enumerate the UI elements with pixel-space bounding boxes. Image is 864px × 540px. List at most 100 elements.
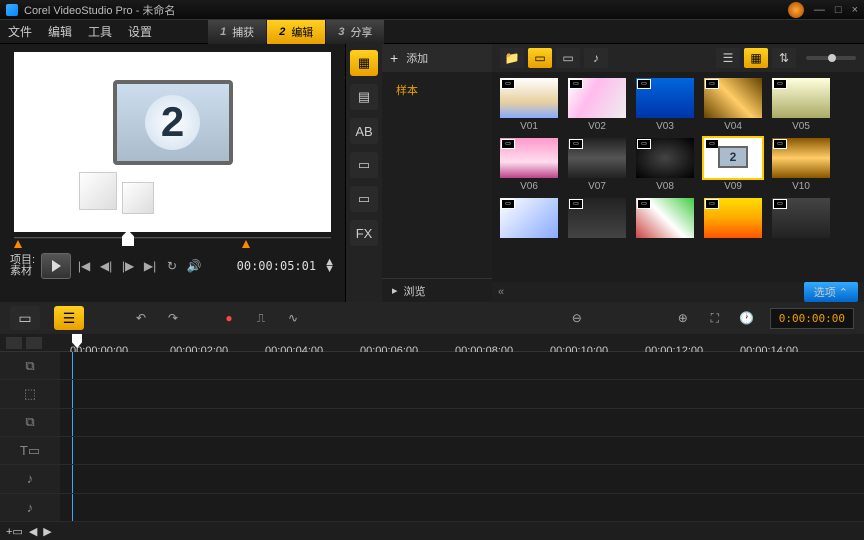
expand-icon: ⌃ [839, 287, 848, 299]
step-share[interactable]: 3分享 [326, 20, 384, 44]
ruler-btn-2[interactable] [26, 337, 42, 349]
window-title: Corel VideoStudio Pro - 未命名 [24, 2, 788, 18]
track-2[interactable]: ⧉ [0, 409, 864, 437]
track-0[interactable]: ⧉ [0, 352, 864, 380]
prev-frame-button[interactable]: ◀| [97, 257, 115, 275]
folder-sample[interactable]: 样本 [382, 72, 492, 108]
next-frame-button[interactable]: |▶ [119, 257, 137, 275]
options-button[interactable]: 选项 ⌃ [804, 282, 858, 302]
scrub-slider[interactable] [14, 230, 331, 246]
goto-end-button[interactable]: ▶| [141, 257, 159, 275]
scroll-left-button[interactable]: ◀ [29, 525, 37, 538]
track-head-icon[interactable]: ⧉ [0, 352, 60, 379]
timecode-stepper[interactable]: ▲▼ [324, 259, 335, 273]
repeat-button[interactable]: ↻ [163, 257, 181, 275]
filter-photo-button[interactable]: ▭ [556, 48, 580, 68]
play-button[interactable] [41, 253, 71, 279]
filter-video-button[interactable]: ▭ [528, 48, 552, 68]
thumb-14[interactable]: ▭ [772, 198, 830, 238]
scrub-thumb[interactable] [122, 230, 134, 246]
zoom-out-button[interactable]: ⊖ [568, 309, 586, 327]
goto-start-button[interactable]: |◀ [75, 257, 93, 275]
thumb-12[interactable]: ▭ [636, 198, 694, 238]
menu-tools[interactable]: 工具 [88, 23, 112, 40]
thumb-V07[interactable]: ▭V07 [568, 138, 626, 192]
lib-category-5[interactable]: FX [350, 220, 378, 246]
track-head-icon[interactable]: ♪ [0, 494, 60, 521]
thumb-V04[interactable]: ▭V04 [704, 78, 762, 132]
volume-button[interactable]: 🔊 [185, 257, 203, 275]
view-list-button[interactable]: ☰ [716, 48, 740, 68]
view-thumb-button[interactable]: ▦ [744, 48, 768, 68]
color-wheel-icon[interactable] [788, 2, 804, 18]
thumb-size-slider[interactable] [806, 56, 856, 60]
timeline-ruler[interactable]: 00:00:00:0000:00:02:0000:00:04:0000:00:0… [0, 334, 864, 352]
audio-mixer-button[interactable]: ⎍ [252, 309, 270, 327]
filter-audio-button[interactable]: ♪ [584, 48, 608, 68]
timeline-toolbar: ▭ ☰ ↶ ↷ ● ⎍ ∿ ⊖ ⊕ ⛶ 🕐 0:00:00:00 [0, 302, 864, 334]
thumb-V06[interactable]: ▭V06 [500, 138, 558, 192]
lib-category-4[interactable]: ▭ [350, 186, 378, 212]
thumb-V05[interactable]: ▭V05 [772, 78, 830, 132]
browse-button[interactable]: ▸浏览 [382, 278, 492, 302]
thumb-10[interactable]: ▭ [500, 198, 558, 238]
fit-project-button[interactable]: ⛶ [706, 309, 724, 327]
countdown-digit: 2 [145, 95, 200, 150]
menu-settings[interactable]: 设置 [128, 23, 152, 40]
media-gallery: 📁 ▭ ▭ ♪ ☰ ▦ ⇅ ▭V01▭V02▭V03▭V04▭V05▭V06▭V… [492, 44, 864, 302]
thumb-13[interactable]: ▭ [704, 198, 762, 238]
track-3[interactable]: T▭ [0, 437, 864, 465]
track-4[interactable]: ♪ [0, 465, 864, 493]
app-logo-icon [6, 4, 18, 16]
timeline-panel: ▭ ☰ ↶ ↷ ● ⎍ ∿ ⊖ ⊕ ⛶ 🕐 0:00:00:00 00:00:0… [0, 302, 864, 540]
menu-file[interactable]: 文件 [8, 23, 32, 40]
library-folder-panel: +添加 样本 ▸浏览 [382, 44, 492, 302]
track-head-icon[interactable]: ⬚ [0, 380, 60, 407]
close-button[interactable]: × [852, 4, 858, 16]
redo-button[interactable]: ↷ [164, 309, 182, 327]
storyboard-view-button[interactable]: ▭ [10, 306, 40, 330]
clock-icon[interactable]: 🕐 [738, 309, 756, 327]
browse-icon: ▸ [392, 284, 398, 297]
step-edit[interactable]: 2编辑 [267, 20, 325, 44]
thumb-11[interactable]: ▭ [568, 198, 626, 238]
gallery-toolbar: 📁 ▭ ▭ ♪ ☰ ▦ ⇅ [492, 44, 864, 72]
scroll-right-button[interactable]: ▶ [43, 525, 51, 538]
preview-window[interactable]: 2 [14, 52, 331, 232]
record-button[interactable]: ● [220, 309, 238, 327]
maximize-button[interactable]: □ [835, 4, 842, 16]
track-5[interactable]: ♪ [0, 494, 864, 522]
track-head-icon[interactable]: T▭ [0, 437, 60, 464]
timeline-footer: +▭ ◀ ▶ [0, 522, 864, 540]
thumb-V03[interactable]: ▭V03 [636, 78, 694, 132]
add-folder-button[interactable]: +添加 [382, 44, 492, 72]
lib-category-0[interactable]: ▦ [350, 50, 378, 76]
menubar: 文件 编辑 工具 设置 1捕获 2编辑 3分享 [0, 20, 864, 44]
import-folder-button[interactable]: 📁 [500, 48, 524, 68]
thumb-V09[interactable]: ▭2V09 [704, 138, 762, 192]
track-1[interactable]: ⬚ [0, 380, 864, 408]
thumb-V01[interactable]: ▭V01 [500, 78, 558, 132]
ruler-btn-1[interactable] [6, 337, 22, 349]
undo-button[interactable]: ↶ [132, 309, 150, 327]
track-head-icon[interactable]: ♪ [0, 465, 60, 492]
collapse-button[interactable]: « [498, 286, 504, 298]
zoom-in-button[interactable]: ⊕ [674, 309, 692, 327]
preview-timecode[interactable]: 00:00:05:01 [237, 259, 316, 273]
timeline-timecode[interactable]: 0:00:00:00 [770, 308, 854, 329]
plus-icon: + [390, 50, 398, 66]
menu-edit[interactable]: 编辑 [48, 23, 72, 40]
thumb-V10[interactable]: ▭V10 [772, 138, 830, 192]
add-track-button[interactable]: +▭ [6, 525, 23, 538]
track-head-icon[interactable]: ⧉ [0, 409, 60, 436]
sort-button[interactable]: ⇅ [772, 48, 796, 68]
lib-category-1[interactable]: ▤ [350, 84, 378, 110]
step-capture[interactable]: 1捕获 [208, 20, 266, 44]
timeline-view-button[interactable]: ☰ [54, 306, 84, 330]
lib-category-3[interactable]: ▭ [350, 152, 378, 178]
thumb-V02[interactable]: ▭V02 [568, 78, 626, 132]
thumb-V08[interactable]: ▭V08 [636, 138, 694, 192]
auto-music-button[interactable]: ∿ [284, 309, 302, 327]
minimize-button[interactable]: — [814, 4, 825, 16]
lib-category-2[interactable]: AB [350, 118, 378, 144]
